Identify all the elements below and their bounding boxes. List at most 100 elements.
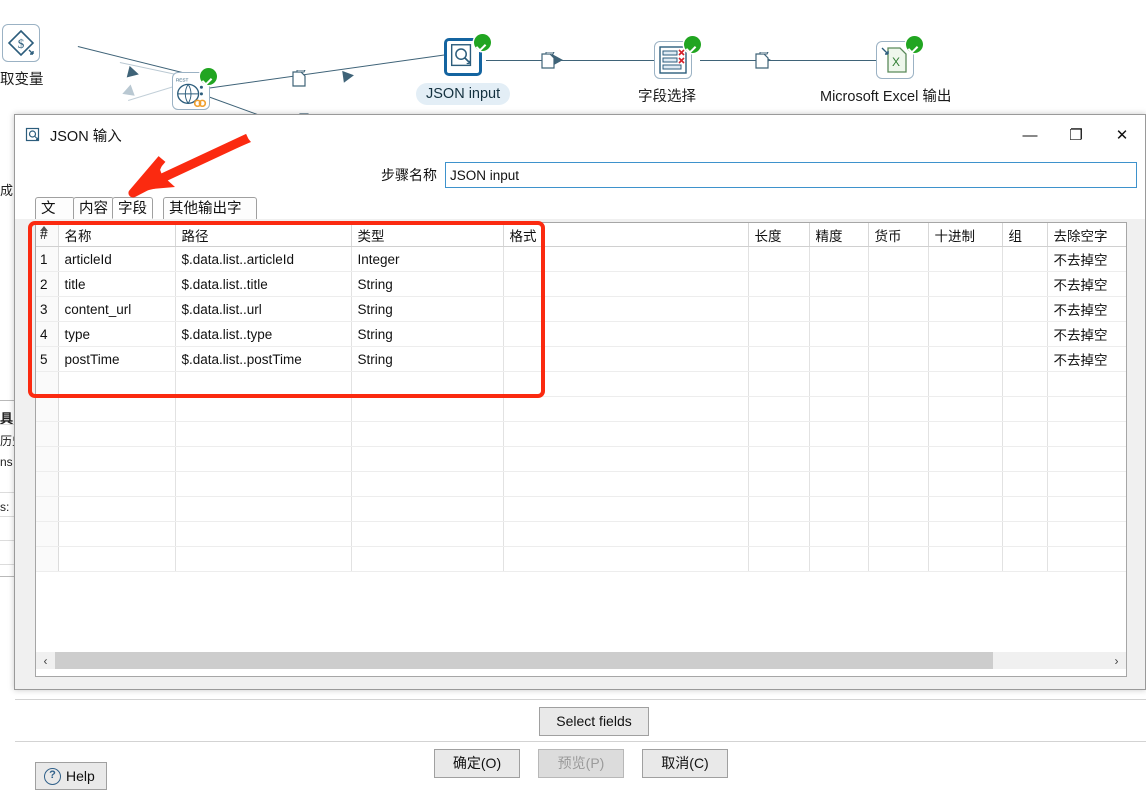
column-header-precision[interactable]: 精度 xyxy=(809,223,869,247)
cell-format[interactable] xyxy=(503,396,749,422)
cell-trim[interactable] xyxy=(1047,421,1126,447)
column-header-name[interactable]: 名称 xyxy=(58,223,176,247)
fields-table-panel[interactable]: # 名称 路径 类型 格式 长度 精度 货币 十进制 组 去除空字 1 artic… xyxy=(35,222,1127,677)
cell-name[interactable] xyxy=(58,546,176,572)
cell-type[interactable]: Integer xyxy=(351,246,504,272)
cell-length[interactable] xyxy=(748,271,810,297)
cell-length[interactable] xyxy=(748,421,810,447)
cell-length[interactable] xyxy=(748,346,810,372)
get-variables-node[interactable]: $ xyxy=(2,24,40,62)
cell-index[interactable] xyxy=(36,496,59,522)
cell-name[interactable]: postTime xyxy=(58,346,176,372)
cell-index[interactable] xyxy=(36,471,59,497)
table-row-empty[interactable] xyxy=(36,521,1126,547)
cell-length[interactable] xyxy=(748,321,810,347)
cell-group[interactable] xyxy=(1002,296,1048,322)
column-header-path[interactable]: 路径 xyxy=(175,223,352,247)
select-fields-button[interactable]: Select fields xyxy=(539,707,649,736)
table-row-empty[interactable] xyxy=(36,546,1126,572)
maximize-button[interactable]: ❐ xyxy=(1053,115,1099,155)
scrollbar-thumb[interactable] xyxy=(55,652,993,669)
help-button[interactable]: ? Help xyxy=(35,762,107,790)
column-header-currency[interactable]: 货币 xyxy=(868,223,929,247)
cell-trim[interactable]: 不去掉空 xyxy=(1047,271,1126,297)
cell-precision[interactable] xyxy=(809,346,869,372)
cell-trim[interactable] xyxy=(1047,496,1126,522)
cell-format[interactable] xyxy=(503,471,749,497)
cell-path[interactable]: $.data.list..title xyxy=(175,271,352,297)
table-row-empty[interactable] xyxy=(36,396,1126,422)
tab-content[interactable]: 内容 xyxy=(73,197,114,219)
cell-format[interactable] xyxy=(503,346,749,372)
cell-decimal[interactable] xyxy=(928,346,1003,372)
cell-type[interactable] xyxy=(351,396,504,422)
cell-index[interactable] xyxy=(36,446,59,472)
cell-group[interactable] xyxy=(1002,471,1048,497)
cell-decimal[interactable] xyxy=(928,496,1003,522)
cell-group[interactable] xyxy=(1002,521,1048,547)
cell-trim[interactable] xyxy=(1047,546,1126,572)
cell-path[interactable] xyxy=(175,371,352,397)
cell-trim[interactable] xyxy=(1047,396,1126,422)
cell-name[interactable]: type xyxy=(58,321,176,347)
cancel-button[interactable]: 取消(C) xyxy=(642,749,728,778)
horizontal-scrollbar[interactable]: ‹ › xyxy=(36,652,1126,669)
cell-currency[interactable] xyxy=(868,471,929,497)
cell-name[interactable]: content_url xyxy=(58,296,176,322)
cell-index[interactable] xyxy=(36,421,59,447)
table-row-empty[interactable] xyxy=(36,421,1126,447)
cell-path[interactable]: $.data.list..url xyxy=(175,296,352,322)
cell-currency[interactable] xyxy=(868,521,929,547)
table-row[interactable]: 5 postTime $.data.list..postTime String 不去掉空 xyxy=(36,346,1126,372)
cell-name[interactable] xyxy=(58,446,176,472)
cell-group[interactable] xyxy=(1002,321,1048,347)
cell-trim[interactable] xyxy=(1047,471,1126,497)
cell-group[interactable] xyxy=(1002,346,1048,372)
table-row[interactable]: 3 content_url $.data.list..url String 不去掉空 xyxy=(36,296,1126,322)
ok-button[interactable]: 确定(O) xyxy=(434,749,520,778)
cell-precision[interactable] xyxy=(809,321,869,347)
column-header-type[interactable]: 类型 xyxy=(351,223,504,247)
cell-trim[interactable]: 不去掉空 xyxy=(1047,296,1126,322)
cell-index[interactable] xyxy=(36,371,59,397)
cell-name[interactable]: articleId xyxy=(58,246,176,272)
table-row[interactable]: 2 title $.data.list..title String 不去掉空 xyxy=(36,271,1126,297)
cell-currency[interactable] xyxy=(868,271,929,297)
cell-currency[interactable] xyxy=(868,296,929,322)
cell-precision[interactable] xyxy=(809,471,869,497)
cell-group[interactable] xyxy=(1002,371,1048,397)
scroll-left-button[interactable]: ‹ xyxy=(36,652,55,669)
cell-format[interactable] xyxy=(503,321,749,347)
cell-type[interactable] xyxy=(351,421,504,447)
cell-precision[interactable] xyxy=(809,421,869,447)
cell-name[interactable] xyxy=(58,396,176,422)
cell-format[interactable] xyxy=(503,271,749,297)
column-header-length[interactable]: 长度 xyxy=(748,223,810,247)
cell-currency[interactable] xyxy=(868,396,929,422)
cell-trim[interactable]: 不去掉空 xyxy=(1047,246,1126,272)
cell-path[interactable] xyxy=(175,546,352,572)
cell-group[interactable] xyxy=(1002,271,1048,297)
cell-group[interactable] xyxy=(1002,446,1048,472)
scroll-right-button[interactable]: › xyxy=(1107,652,1126,669)
cell-format[interactable] xyxy=(503,496,749,522)
cell-type[interactable]: String xyxy=(351,321,504,347)
cell-format[interactable] xyxy=(503,421,749,447)
cell-name[interactable] xyxy=(58,421,176,447)
cell-type[interactable] xyxy=(351,446,504,472)
cell-length[interactable] xyxy=(748,521,810,547)
cell-precision[interactable] xyxy=(809,396,869,422)
table-row[interactable]: 4 type $.data.list..type String 不去掉空 xyxy=(36,321,1126,347)
cell-path[interactable]: $.data.list..postTime xyxy=(175,346,352,372)
cell-decimal[interactable] xyxy=(928,546,1003,572)
cell-group[interactable] xyxy=(1002,396,1048,422)
cell-length[interactable] xyxy=(748,296,810,322)
cell-type[interactable] xyxy=(351,371,504,397)
cell-type[interactable] xyxy=(351,546,504,572)
cell-precision[interactable] xyxy=(809,546,869,572)
scrollbar-track[interactable] xyxy=(55,652,1107,669)
cell-precision[interactable] xyxy=(809,271,869,297)
cell-name[interactable] xyxy=(58,521,176,547)
cell-precision[interactable] xyxy=(809,496,869,522)
cell-group[interactable] xyxy=(1002,546,1048,572)
